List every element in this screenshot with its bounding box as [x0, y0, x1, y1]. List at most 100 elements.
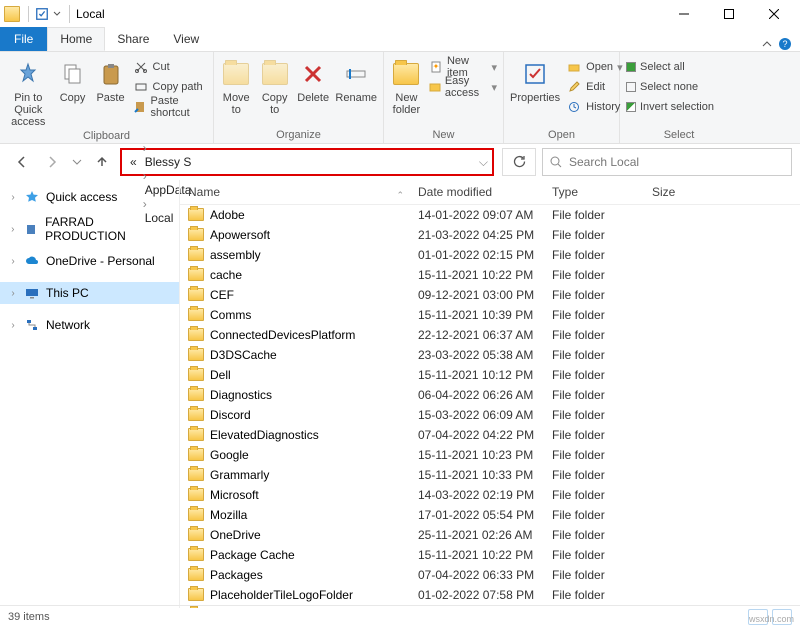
- file-name: assembly: [210, 248, 261, 262]
- forward-button[interactable]: [40, 150, 64, 174]
- list-item[interactable]: D3DSCache23-03-2022 05:38 AMFile folder: [180, 345, 800, 365]
- paste-shortcut-button[interactable]: Paste shortcut: [133, 98, 207, 116]
- qat-properties-icon[interactable]: [35, 7, 49, 21]
- file-date: 15-11-2021 10:22 PM: [410, 268, 544, 282]
- copy-to-button[interactable]: Copy to: [258, 56, 290, 116]
- select-none-button[interactable]: Select none: [626, 78, 732, 96]
- minimize-button[interactable]: [661, 0, 706, 28]
- list-item[interactable]: cache15-11-2021 10:22 PMFile folder: [180, 265, 800, 285]
- cut-button[interactable]: Cut: [133, 58, 207, 76]
- file-date: 15-11-2021 10:23 PM: [410, 448, 544, 462]
- list-item[interactable]: OneDrive25-11-2021 02:26 AMFile folder: [180, 525, 800, 545]
- tab-view[interactable]: View: [161, 27, 211, 51]
- refresh-button[interactable]: [502, 148, 536, 176]
- sidebar-item-this-pc[interactable]: › This PC: [0, 282, 179, 304]
- new-item-button[interactable]: ✦New item▾: [429, 58, 497, 76]
- breadcrumb-overflow[interactable]: «: [126, 155, 141, 169]
- list-item[interactable]: CEF09-12-2021 03:00 PMFile folder: [180, 285, 800, 305]
- qat-dropdown-icon[interactable]: [53, 7, 61, 21]
- list-item[interactable]: Package Cache15-11-2021 10:22 PMFile fol…: [180, 545, 800, 565]
- pin-to-quick-access-button[interactable]: Pin to Quick access: [6, 56, 51, 128]
- file-name: Discord: [210, 408, 251, 422]
- file-name: Dell: [210, 368, 231, 382]
- file-name: cache: [210, 268, 242, 282]
- list-item[interactable]: Microsoft14-03-2022 02:19 PMFile folder: [180, 485, 800, 505]
- sidebar-item-onedrive[interactable]: › OneDrive - Personal: [0, 250, 179, 272]
- search-input[interactable]: Search Local: [542, 148, 792, 176]
- list-item[interactable]: Comms15-11-2021 10:39 PMFile folder: [180, 305, 800, 325]
- folder-icon: [188, 408, 204, 421]
- folder-icon: [188, 348, 204, 361]
- address-dropdown-icon[interactable]: ⌵: [479, 155, 488, 170]
- select-all-button[interactable]: Select all: [626, 58, 732, 76]
- history-button[interactable]: History: [566, 98, 622, 116]
- new-folder-button[interactable]: New folder: [390, 56, 423, 116]
- history-icon: [566, 99, 582, 115]
- sidebar-item-label: Network: [46, 318, 90, 332]
- ribbon-collapse-icon[interactable]: [762, 39, 772, 49]
- move-to-button[interactable]: Move to: [220, 56, 252, 116]
- close-button[interactable]: [751, 0, 796, 28]
- column-date-modified[interactable]: Date modified: [410, 185, 544, 199]
- back-button[interactable]: [10, 150, 34, 174]
- list-item[interactable]: assembly01-01-2022 02:15 PMFile folder: [180, 245, 800, 265]
- copy-label: Copy: [60, 92, 86, 104]
- tab-share[interactable]: Share: [105, 27, 161, 51]
- list-item[interactable]: PlaceholderTileLogoFolder01-02-2022 07:5…: [180, 585, 800, 605]
- edit-icon: [566, 79, 582, 95]
- copy-button[interactable]: Copy: [57, 56, 89, 128]
- recent-dropdown-button[interactable]: [70, 150, 84, 174]
- folder-icon: [188, 588, 204, 601]
- invert-selection-button[interactable]: Invert selection: [626, 98, 732, 116]
- column-type[interactable]: Type: [544, 185, 644, 199]
- properties-button[interactable]: Properties: [510, 56, 560, 116]
- up-button[interactable]: [90, 150, 114, 174]
- sidebar-item-farrad[interactable]: › FARRAD PRODUCTION: [0, 218, 179, 240]
- file-type: File folder: [544, 448, 644, 462]
- organize-label: Organize: [220, 127, 377, 141]
- delete-label: Delete: [297, 92, 329, 104]
- column-size[interactable]: Size: [644, 185, 724, 199]
- tab-file[interactable]: File: [0, 27, 47, 51]
- list-item[interactable]: Adobe14-01-2022 09:07 AMFile folder: [180, 205, 800, 225]
- delete-button[interactable]: Delete: [297, 56, 329, 116]
- list-item[interactable]: Packages07-04-2022 06:33 PMFile folder: [180, 565, 800, 585]
- maximize-button[interactable]: [706, 0, 751, 28]
- edit-button[interactable]: Edit: [566, 78, 622, 96]
- chevron-right-icon[interactable]: ›: [8, 288, 18, 299]
- pin-label: Pin to Quick access: [6, 92, 51, 128]
- rename-button[interactable]: Rename: [335, 56, 377, 116]
- easy-access-button[interactable]: Easy access▾: [429, 78, 497, 96]
- copy-path-button[interactable]: Copy path: [133, 78, 207, 96]
- breadcrumb[interactable]: Blessy S: [141, 155, 196, 169]
- sidebar-item-network[interactable]: › Network: [0, 314, 179, 336]
- new-folder-label: New folder: [390, 92, 423, 116]
- list-item[interactable]: Diagnostics06-04-2022 06:26 AMFile folde…: [180, 385, 800, 405]
- window-controls: [661, 0, 796, 28]
- list-item[interactable]: Mozilla17-01-2022 05:54 PMFile folder: [180, 505, 800, 525]
- rename-label: Rename: [335, 92, 377, 104]
- chevron-right-icon[interactable]: ›: [8, 256, 18, 267]
- chevron-right-icon[interactable]: ›: [8, 320, 18, 331]
- file-name: Mozilla: [210, 508, 247, 522]
- list-item[interactable]: Discord15-03-2022 06:09 AMFile folder: [180, 405, 800, 425]
- list-item[interactable]: ElevatedDiagnostics07-04-2022 04:22 PMFi…: [180, 425, 800, 445]
- tab-home[interactable]: Home: [47, 27, 105, 51]
- column-name[interactable]: Name⌃: [180, 185, 410, 199]
- item-count: 39 items: [8, 611, 50, 623]
- sidebar-item-quick-access[interactable]: › Quick access: [0, 186, 179, 208]
- svg-text:?: ?: [782, 39, 787, 49]
- list-item[interactable]: Google15-11-2021 10:23 PMFile folder: [180, 445, 800, 465]
- list-item[interactable]: Apowersoft21-03-2022 04:25 PMFile folder: [180, 225, 800, 245]
- list-item[interactable]: ConnectedDevicesPlatform22-12-2021 06:37…: [180, 325, 800, 345]
- paste-button[interactable]: Paste: [95, 56, 127, 128]
- help-icon[interactable]: ?: [778, 37, 792, 51]
- chevron-right-icon[interactable]: ›: [8, 192, 18, 203]
- list-item[interactable]: Dell15-11-2021 10:12 PMFile folder: [180, 365, 800, 385]
- column-headers: Name⌃ Date modified Type Size: [180, 180, 800, 205]
- open-button[interactable]: Open▾: [566, 58, 622, 76]
- move-to-label: Move to: [220, 92, 252, 116]
- chevron-right-icon[interactable]: ›: [8, 224, 18, 235]
- address-bar[interactable]: « OS (C:)›Users›Blessy S›AppData›Local ⌵: [120, 148, 494, 176]
- list-item[interactable]: Grammarly15-11-2021 10:33 PMFile folder: [180, 465, 800, 485]
